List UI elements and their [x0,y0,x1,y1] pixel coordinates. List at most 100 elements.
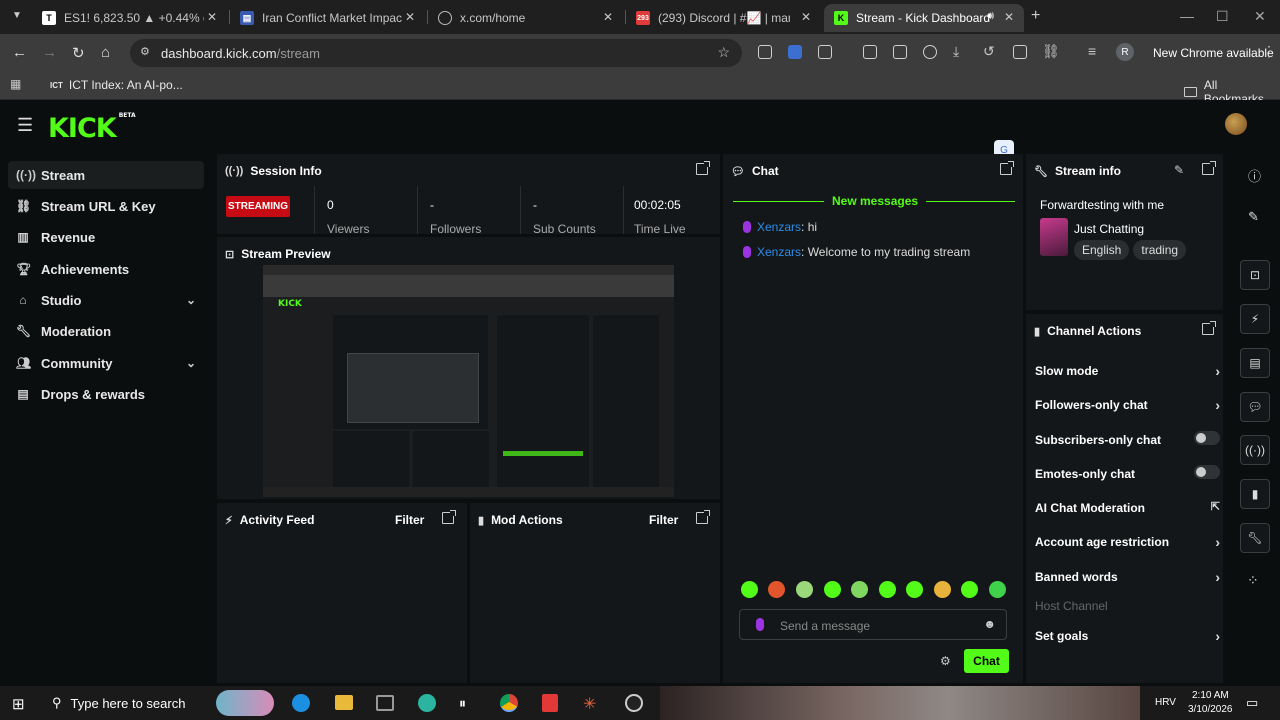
obs-icon[interactable] [625,694,643,712]
emotes-only-toggle[interactable] [1194,465,1220,479]
close-icon[interactable]: ✕ [207,10,217,24]
popout-icon[interactable] [1202,161,1216,175]
emote-icon[interactable] [768,581,785,598]
set-goals-row[interactable]: Set goals › [1035,628,1220,644]
camera-icon[interactable] [758,45,772,59]
home-button[interactable]: ⌂ [101,44,110,61]
sidebar-item-drops-rewards[interactable]: ▤ Drops & rewards [8,380,204,408]
sidebar-item-moderation[interactable]: 🔧︎ Moderation [8,317,204,345]
close-icon[interactable]: ✕ [801,10,811,24]
add-widget-icon[interactable]: ⁘ [1247,572,1259,589]
emote-icon[interactable] [906,581,923,598]
maximize-button[interactable]: ☐ [1216,8,1229,25]
windows-start-icon[interactable]: ⊞ [12,695,25,713]
session-toggle-button[interactable]: ((·)) [1240,435,1270,465]
notification-icon[interactable]: ▭ [1246,695,1258,711]
translate-page-icon[interactable] [1013,45,1027,59]
extensions-icon[interactable] [818,45,832,59]
subscribers-only-toggle[interactable] [1194,431,1220,445]
activity-filter-button[interactable]: Filter [395,513,424,527]
popout-icon[interactable] [442,510,456,524]
edge-icon[interactable] [292,694,310,712]
close-icon[interactable]: ✕ [1004,10,1014,24]
browser-tab-discord[interactable]: 293 (293) Discord | #📈 | market-ta ✕ [626,4,821,32]
emote-icon[interactable] [961,581,978,598]
star-icon[interactable]: ☆ [717,44,730,61]
sidebar-item-studio[interactable]: ⌂ Studio ⌄ [8,286,204,314]
app-icon[interactable]: ⏸ [459,695,466,712]
tag-trading[interactable]: trading [1133,240,1187,260]
sidebar-item-stream[interactable]: ((·)) Stream [8,161,204,189]
emote-icon[interactable] [796,581,813,598]
download-icon[interactable]: ⤓ [953,43,959,60]
popout-icon[interactable] [1000,161,1014,175]
close-icon[interactable]: ✕ [405,10,415,24]
address-bar[interactable]: ⚙ dashboard.kick.com/stream ☆ [130,39,742,67]
taskbar-search[interactable]: ⚲ Type here to search [40,686,210,720]
account-age-restriction-row[interactable]: Account age restriction › [1035,534,1220,550]
mod-actions-toggle-button[interactable]: ▤ [1240,348,1270,378]
menu-icon[interactable]: ⋮ [1262,43,1276,60]
kick-logo[interactable]: KICK BETA [48,112,136,144]
card-icon[interactable] [893,45,907,59]
screenshot-icon[interactable] [863,45,877,59]
edit-icon[interactable]: ✎ [1174,163,1184,177]
ai-chat-moderation-row[interactable]: AI Chat Moderation ⇱ [1035,501,1220,515]
speaker-icon[interactable]: 🔊︎ [987,10,994,23]
reload-button[interactable]: ↻ [72,44,85,62]
emote-icon[interactable] [851,581,868,598]
followers-only-chat-row[interactable]: Followers-only chat › [1035,397,1220,413]
popout-icon[interactable] [696,510,710,524]
chat-send-button[interactable]: Chat [964,649,1009,673]
chat-input[interactable]: Send a message ☻ [739,609,1007,640]
sidebar-item-community[interactable]: 👥︎ Community ⌄ [8,349,204,377]
app-icon[interactable] [542,694,558,712]
chat-username[interactable]: Xenzars [757,245,801,259]
user-avatar[interactable] [1225,113,1247,135]
app-icon[interactable] [418,694,436,712]
activity-toggle-button[interactable]: ⚡︎ [1240,304,1270,334]
snipping-icon[interactable] [376,695,394,711]
chat-toggle-button[interactable]: 💬︎ [1240,392,1270,422]
stream-preview-video[interactable]: KICK [263,265,674,497]
emote-icon[interactable] [934,581,951,598]
slow-mode-row[interactable]: Slow mode › [1035,363,1220,379]
new-messages-divider[interactable]: New messages [824,194,927,208]
forward-button[interactable]: → [42,44,57,61]
chat-settings-icon[interactable]: ⚙ [940,654,951,668]
tag-english[interactable]: English [1074,240,1130,260]
favorites-icon[interactable] [923,45,937,59]
emote-icon[interactable] [741,581,758,598]
sidebar-item-stream-url-key[interactable]: ⛓ Stream URL & Key [8,192,204,220]
clock-time[interactable]: 2:10 AM [1192,690,1229,701]
window-close-button[interactable]: ✕ [1254,8,1266,25]
profile-avatar[interactable]: R [1116,43,1134,61]
category-name[interactable]: Just Chatting [1074,222,1144,236]
mod-filter-button[interactable]: Filter [649,513,678,527]
browser-tab-iran[interactable]: ▤ Iran Conflict Market Impact ✕ [230,4,425,32]
info-icon[interactable]: ⓘ [1248,166,1261,185]
back-button[interactable]: ← [12,44,27,61]
file-explorer-icon[interactable] [335,695,353,710]
popout-icon[interactable] [696,161,710,175]
banned-words-row[interactable]: Banned words › [1035,569,1220,585]
apps-icon[interactable]: ▦ [10,77,21,91]
hamburger-menu-icon[interactable]: ☰ [17,115,33,136]
translate-icon[interactable] [788,45,802,59]
preview-toggle-button[interactable]: ⊡ [1240,260,1270,290]
new-tab-button[interactable]: + [1031,7,1040,25]
sidebar-item-achievements[interactable]: 🏆︎ Achievements [8,255,204,283]
weather-widget[interactable] [216,690,274,716]
tab-search-icon[interactable]: ▼ [12,10,22,21]
site-info-icon[interactable]: ⚙ [140,45,150,58]
pencil-icon[interactable]: ✎ [1248,209,1259,225]
emote-icon[interactable] [989,581,1006,598]
update-chrome-button[interactable]: New Chrome available [1153,46,1274,60]
channel-actions-toggle-button[interactable]: ▮ [1240,479,1270,509]
emote-icon[interactable] [879,581,896,598]
browser-tab-tradingview[interactable]: T ES1! 6,823.50 ▲ +0.44% dawda ✕ [32,4,227,32]
emote-icon[interactable] [824,581,841,598]
chat-username[interactable]: Xenzars [757,220,801,234]
browser-tab-x[interactable]: x.com/home ✕ [428,4,623,32]
minimize-button[interactable]: — [1180,8,1194,24]
